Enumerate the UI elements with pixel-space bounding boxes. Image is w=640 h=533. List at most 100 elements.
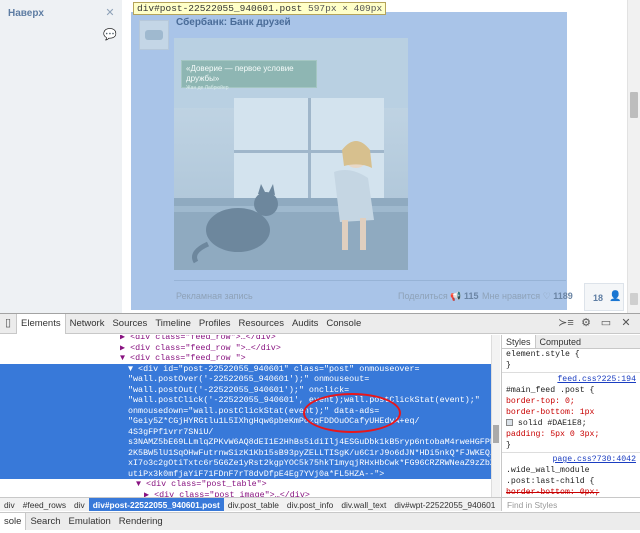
dom-node-line[interactable]: 4S3gFPf1vrr7SNiU/ — [128, 427, 499, 438]
dom-node-line[interactable]: ▼ <div id="post-22522055_940601" class="… — [128, 364, 499, 375]
tab-sources[interactable]: Sources — [108, 314, 151, 333]
dom-node-line[interactable]: ▶ <div class="post_image">…</div> — [144, 490, 499, 498]
style-rule-line: border-top: 0; — [502, 396, 640, 407]
like-label: Мне нравится — [482, 291, 541, 301]
breadcrumb-item[interactable]: div.post_info — [283, 498, 337, 511]
style-rule-line: #main_feed .post { — [502, 385, 640, 396]
inspect-hover-tag: div#post-22522055_940601.post 597px × 40… — [133, 2, 387, 15]
elements-scrollbar[interactable] — [491, 335, 500, 497]
tab-computed[interactable]: Computed — [536, 335, 586, 348]
dom-node-line[interactable]: 2K5BW5lU1SqOHwFutrnwSizK1Kb15sB93pyZELLT… — [128, 448, 499, 459]
drawer-tab-rendering[interactable]: Rendering — [115, 513, 167, 530]
drawer-tab-search[interactable]: Search — [26, 513, 64, 530]
share-icon: 📢 — [450, 291, 462, 301]
hover-tag-selector: div#post-22522055_940601.post — [137, 3, 303, 14]
style-rule-line: solid #DAE1E8; — [502, 418, 640, 429]
dom-node-line[interactable]: utiPx3k0mfjaYiF71FDnF7rT8dvDfpE4Eg7YVj0a… — [128, 469, 499, 480]
dom-node-line[interactable]: ▼ <div class="post_table"> — [136, 479, 499, 490]
styles-tabs: Styles Computed — [502, 335, 640, 349]
style-rule-text: page.css?730:4042 — [552, 455, 636, 464]
drawer-toggle-icon[interactable]: ≻≡ — [556, 314, 576, 333]
post-image[interactable]: «Доверие — первое условие дружбы» Жан де… — [174, 38, 408, 270]
page-scrollbar[interactable] — [627, 0, 640, 313]
online-counter[interactable]: 18 👤 — [584, 283, 624, 311]
post-quote-text: «Доверие — первое условие дружбы» — [186, 64, 294, 83]
drawer-tab-console[interactable]: sole — [0, 513, 27, 530]
dom-node-line[interactable]: "wall.postOut('-22522055_940601');" oncl… — [128, 385, 499, 396]
close-icon[interactable]: ✕ — [616, 314, 636, 333]
tab-resources[interactable]: Resources — [235, 314, 288, 333]
stylesheet-link[interactable]: feed.css?225:194 — [502, 374, 640, 385]
dom-node-line[interactable]: ▶ <div class="feed_row ">…</div> — [120, 343, 499, 354]
stylesheet-link[interactable]: page.css?730:4042 — [502, 454, 640, 465]
dom-node-line[interactable]: "wall.postOver('-22522055_940601');" onm… — [128, 374, 499, 385]
style-rule-text: .wide_wall_module — [506, 466, 590, 475]
online-counter-number: 18 — [593, 293, 604, 303]
style-rule-text: padding: 5px 0 3px; — [506, 430, 600, 439]
devtools-toolbar: ▯ Elements Network Sources Timeline Prof… — [0, 313, 640, 334]
share-button[interactable]: Поделиться 📢 115 — [398, 291, 478, 302]
breadcrumb-item[interactable]: div.wall_text — [337, 498, 390, 511]
like-button[interactable]: Мне нравится ♡ 1189 — [482, 291, 573, 302]
style-rule-text: feed.css?225:194 — [557, 375, 636, 384]
post-author-avatar[interactable] — [139, 20, 169, 50]
hover-tag-size: 597px × 409px — [308, 3, 383, 14]
style-rule-line: padding: 5px 0 3px; — [502, 429, 640, 440]
breadcrumb-item[interactable]: div#wpt-22522055_940601 — [390, 498, 499, 511]
tab-audits[interactable]: Audits — [288, 314, 322, 333]
left-rail: Наверх ✕ 💬 — [0, 0, 122, 313]
tab-elements[interactable]: Elements — [16, 313, 66, 334]
style-rule-text: } — [506, 361, 511, 370]
tab-timeline[interactable]: Timeline — [151, 314, 195, 333]
comment-icon[interactable]: 💬 — [103, 28, 117, 42]
tab-profiles[interactable]: Profiles — [195, 314, 235, 333]
style-rule-line: border-bottom: 1px — [502, 407, 640, 418]
style-rule-line: } — [502, 360, 640, 371]
color-swatch[interactable] — [506, 419, 513, 427]
tab-network[interactable]: Network — [66, 314, 109, 333]
gear-icon[interactable]: ⚙ — [576, 314, 596, 333]
style-rule-text: border-top: 0; — [506, 397, 575, 406]
rail-icons: ✕ 💬 — [98, 4, 122, 50]
screenshot-root: Наверх ✕ 💬 div#post-22522055_940601.post… — [0, 0, 640, 533]
breadcrumb-item[interactable]: div — [70, 498, 89, 511]
dom-node-line[interactable]: xI7o3c2gOtiTxtc6r5G6Ze1yRst2kgpYOC5k75hk… — [128, 458, 499, 469]
elements-scrollbar-thumb[interactable] — [493, 425, 499, 443]
web-page: Наверх ✕ 💬 div#post-22522055_940601.post… — [0, 0, 640, 313]
share-count: 115 — [463, 291, 479, 301]
style-rule-text: border-bottom: 1px — [506, 408, 595, 417]
find-in-styles-input[interactable]: Find in Styles — [501, 497, 640, 511]
style-rule-text: #main_feed .post { — [506, 386, 595, 395]
dom-node-line[interactable]: ▼ <div class="feed_row "> — [120, 353, 499, 364]
post-ad-label: Рекламная запись — [176, 291, 253, 301]
page-scrollbar-thumb-lower[interactable] — [630, 293, 638, 305]
page-scrollbar-thumb[interactable] — [630, 92, 638, 118]
style-rule-text: .post:last-child { — [506, 477, 595, 486]
style-rule-line: border-bottom: 0px; — [502, 487, 640, 497]
close-icon[interactable]: ✕ — [103, 6, 117, 20]
breadcrumb-item[interactable]: div#post-22522055_940601.post — [88, 498, 224, 511]
devtools-tabs: ▯ Elements Network Sources Timeline Prof… — [0, 313, 365, 334]
user-icon: 👤 — [609, 291, 622, 302]
tab-styles[interactable]: Styles — [502, 335, 536, 348]
style-rule-line: } — [502, 440, 640, 451]
styles-rules: element.style {} feed.css?225:194 #main_fe… — [502, 349, 640, 497]
device-mode-icon[interactable]: ▯ — [0, 314, 16, 333]
drawer-tab-emulation[interactable]: Emulation — [65, 513, 115, 530]
dom-node-line[interactable]: s3NAMZ5bE69LLmlqZPKvW6AQ8dEI1E2HhBs5idiI… — [128, 437, 499, 448]
style-rule-separator — [502, 372, 640, 373]
like-count: 1189 — [553, 291, 573, 301]
breadcrumb-item[interactable]: div.post_table — [224, 498, 283, 511]
dock-icon[interactable]: ▭ — [596, 314, 616, 333]
post-author-link[interactable]: Сбербанк: Банк друзей — [176, 17, 291, 28]
elements-tree[interactable]: ▶ <div class="feed_row">…</div> ▶ <div cl… — [0, 335, 499, 497]
style-rule-line: element.style { — [502, 349, 640, 360]
style-rule-separator — [502, 452, 640, 453]
style-rule-text: border-bottom: 0px; — [506, 488, 600, 497]
breadcrumb-item[interactable]: #feed_rows — [19, 498, 70, 511]
back-to-top-link[interactable]: Наверх — [8, 8, 44, 19]
breadcrumb-item[interactable]: div — [0, 498, 19, 511]
style-rule-text: } — [506, 441, 511, 450]
post-quote-box: «Доверие — первое условие дружбы» Жан де… — [181, 60, 317, 91]
tab-console[interactable]: Console — [322, 314, 365, 333]
